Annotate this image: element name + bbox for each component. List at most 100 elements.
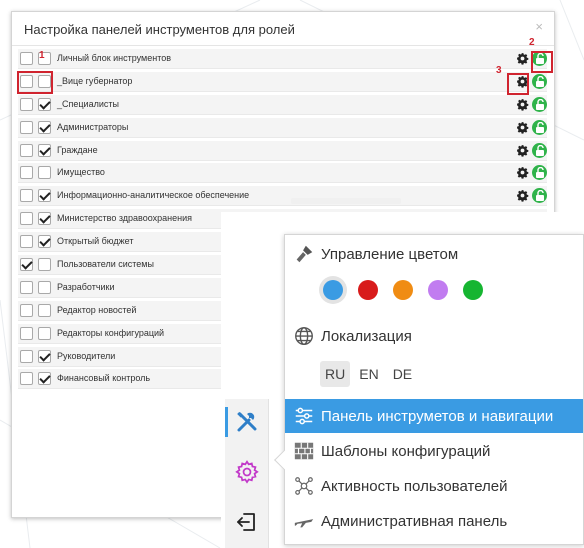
menu-item-label: Шаблоны конфигураций xyxy=(321,442,491,460)
airplane-icon xyxy=(294,519,314,528)
role-checkbox-1[interactable] xyxy=(20,235,33,249)
menu-item-label: Управление цветом xyxy=(321,245,459,263)
unlock-icon xyxy=(535,98,544,110)
role-row: Граждане xyxy=(18,140,547,161)
role-label: Руководители xyxy=(57,350,116,361)
exit-button[interactable] xyxy=(225,503,269,541)
role-checkbox-2[interactable] xyxy=(38,280,51,294)
role-label: Открытый бюджет xyxy=(57,236,134,247)
gear-icon[interactable] xyxy=(516,189,529,203)
color-swatch[interactable] xyxy=(428,280,448,300)
gear-icon[interactable] xyxy=(516,75,529,88)
menu-item-color-management[interactable]: Управление цветом xyxy=(285,237,583,271)
role-checkbox-1[interactable] xyxy=(20,189,33,203)
menu-item-user-activity[interactable]: Активность пользователей xyxy=(285,469,583,503)
color-swatch[interactable] xyxy=(393,280,413,300)
role-label: Имущество xyxy=(57,167,105,178)
unlock-icon xyxy=(535,190,544,202)
color-swatch[interactable] xyxy=(323,280,343,300)
access-toggle-button[interactable] xyxy=(532,73,547,89)
color-swatch[interactable] xyxy=(358,280,378,300)
role-checkbox-1[interactable] xyxy=(20,212,33,226)
role-checkbox-2[interactable] xyxy=(38,120,51,134)
role-checkbox-1[interactable] xyxy=(20,258,33,272)
tools-button[interactable] xyxy=(225,403,269,441)
role-checkbox-2[interactable] xyxy=(38,372,51,386)
menu-item-label: Панель инструметов и навигации xyxy=(321,407,554,425)
gear-icon[interactable] xyxy=(516,98,529,111)
access-toggle-button[interactable] xyxy=(532,165,547,181)
gear-icon[interactable] xyxy=(516,121,529,134)
role-checkbox-1[interactable] xyxy=(20,326,33,340)
role-checkbox-2[interactable] xyxy=(38,235,51,249)
language-options: RU EN DE xyxy=(320,361,417,387)
access-toggle-button[interactable] xyxy=(532,96,547,112)
role-label: Администраторы xyxy=(57,121,129,132)
menu-item-config-templates[interactable]: Шаблоны конфигураций xyxy=(285,434,583,468)
menu-item-label: Локализация xyxy=(321,327,412,345)
sliders-icon xyxy=(295,407,313,425)
gear-icon[interactable] xyxy=(516,166,529,180)
role-label: _Специалисты xyxy=(57,98,119,109)
role-checkbox-2[interactable] xyxy=(38,258,51,272)
unlock-icon xyxy=(535,121,544,133)
dialog-title: Настройка панелей инструментов для ролей xyxy=(24,22,295,37)
language-option-ru[interactable]: RU xyxy=(320,361,351,387)
role-row: Администраторы xyxy=(18,117,547,138)
role-checkbox-2[interactable] xyxy=(38,143,51,157)
hidden-row-fragment xyxy=(291,198,401,204)
role-checkbox-2[interactable] xyxy=(38,166,51,180)
unlock-icon xyxy=(535,167,544,179)
role-checkbox-1[interactable] xyxy=(20,120,33,134)
unlock-icon xyxy=(535,75,544,87)
color-swatches xyxy=(323,280,483,300)
role-row: Информационно-аналитическое обеспечение xyxy=(18,186,547,207)
role-label: Министерство здравоохранения xyxy=(57,213,192,224)
role-checkbox-2[interactable] xyxy=(38,74,51,88)
access-toggle-button[interactable] xyxy=(532,188,547,204)
gear-icon[interactable] xyxy=(516,52,529,65)
close-icon[interactable]: × xyxy=(535,19,543,34)
paint-brush-icon xyxy=(296,245,313,263)
role-checkbox-2[interactable] xyxy=(38,212,51,226)
role-checkbox-1[interactable] xyxy=(20,166,33,180)
role-checkbox-1[interactable] xyxy=(20,143,33,157)
role-label: Граждане xyxy=(57,144,98,155)
access-toggle-button[interactable] xyxy=(532,51,547,66)
role-checkbox-1[interactable] xyxy=(20,280,33,294)
role-checkbox-1[interactable] xyxy=(20,349,33,363)
role-checkbox-2[interactable] xyxy=(38,326,51,340)
role-checkbox-2[interactable] xyxy=(38,189,51,203)
gear-icon xyxy=(235,460,259,484)
role-checkbox-1[interactable] xyxy=(20,97,33,111)
role-checkbox-1[interactable] xyxy=(20,52,33,65)
role-row: _Вице губернатор xyxy=(18,71,547,92)
role-row: Имущество xyxy=(18,163,547,184)
access-toggle-button[interactable] xyxy=(532,119,547,135)
role-checkbox-1[interactable] xyxy=(20,303,33,317)
role-label: _Вице губернатор xyxy=(57,75,133,86)
access-toggle-button[interactable] xyxy=(532,142,547,158)
tools-icon xyxy=(237,411,257,432)
role-label: Редактор новостей xyxy=(57,304,137,315)
settings-button[interactable] xyxy=(225,453,269,491)
unlock-icon xyxy=(535,144,544,156)
language-option-de[interactable]: DE xyxy=(388,361,417,387)
role-label: Финансовый контроль xyxy=(57,373,151,384)
menu-item-localization[interactable]: Локализация xyxy=(285,319,583,353)
menu-item-admin-panel[interactable]: Административная панель xyxy=(285,504,583,538)
role-checkbox-2[interactable] xyxy=(38,97,51,111)
exit-icon xyxy=(237,513,255,531)
language-option-en[interactable]: EN xyxy=(354,361,383,387)
role-row: Личный блок инструментов xyxy=(18,49,547,69)
role-label: Личный блок инструментов xyxy=(57,53,172,63)
role-checkbox-2[interactable] xyxy=(38,303,51,317)
gear-icon[interactable] xyxy=(516,144,529,157)
color-swatch[interactable] xyxy=(463,280,483,300)
role-checkbox-1[interactable] xyxy=(20,372,33,386)
marker-3: 3 xyxy=(496,65,502,76)
menu-item-toolbar-navigation[interactable]: Панель инструметов и навигации xyxy=(285,399,583,433)
network-icon xyxy=(295,477,313,495)
role-checkbox-2[interactable] xyxy=(38,349,51,363)
role-checkbox-1[interactable] xyxy=(20,74,33,88)
